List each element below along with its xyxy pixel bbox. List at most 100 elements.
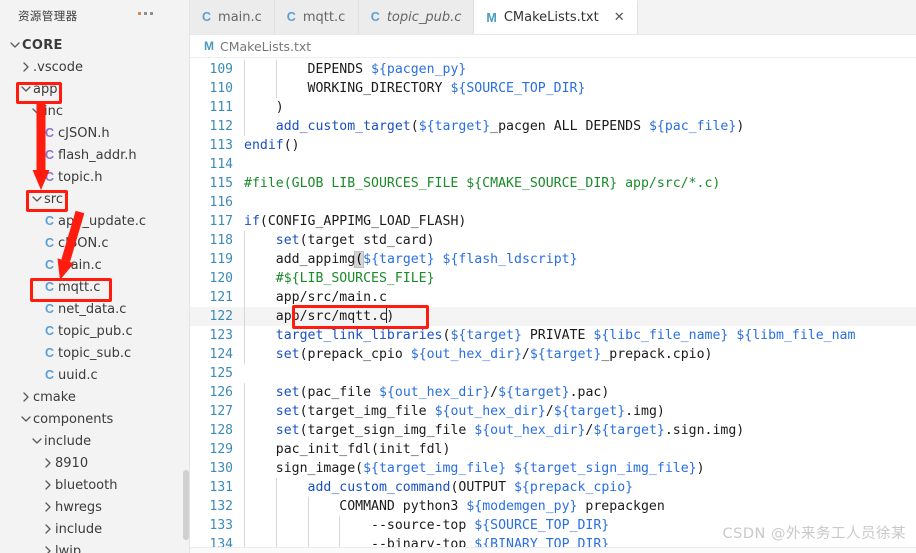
chevron-down-icon[interactable] (30, 193, 44, 205)
tree-item-mqtt-c[interactable]: Cmqtt.c (0, 276, 189, 298)
tree-item-include[interactable]: include (0, 430, 189, 452)
code-token: ( (410, 119, 419, 134)
code-token: (target_img_file (299, 404, 435, 419)
code-token: / (545, 404, 554, 419)
tab-label: mqtt.c (302, 9, 346, 25)
tree-item-topic-pub-c[interactable]: Ctopic_pub.c (0, 320, 189, 342)
code-line[interactable]: 116 (190, 193, 916, 212)
c-file-icon: C (44, 126, 55, 140)
close-icon[interactable]: ✕ (614, 11, 625, 24)
ellipsis-icon[interactable] (138, 12, 153, 15)
code-token: ${out_hex_dir} (434, 404, 546, 419)
tab-cmakelists-txt[interactable]: M CMakeLists.txt ✕ (474, 0, 638, 34)
c-file-icon: C (44, 368, 55, 382)
tree-item-flash-addr-h[interactable]: Cflash_addr.h (0, 144, 189, 166)
code-line[interactable]: 113 endif() (190, 136, 916, 155)
code-line[interactable]: 120 #${LIB_SOURCES_FILE} (190, 269, 916, 288)
tree-item-topic-sub-c[interactable]: Ctopic_sub.c (0, 342, 189, 364)
sidebar-scrollbar[interactable] (183, 470, 189, 540)
tree-item-uuid-c[interactable]: Cuuid.c (0, 364, 189, 386)
tree-item-topic-h[interactable]: Ctopic.h (0, 166, 189, 188)
tree-item-8910[interactable]: 8910 (0, 452, 189, 474)
tab-label: topic_pub.c (386, 9, 462, 25)
tree-item-label: net_data.c (58, 301, 127, 317)
chevron-right-icon[interactable] (41, 479, 55, 491)
code-line[interactable]: 110 WORKING_DIRECTORY ${SOURCE_TOP_DIR} (190, 79, 916, 98)
line-number: 120 (209, 271, 233, 286)
tree-item-src[interactable]: src (0, 188, 189, 210)
code-line-content: app/src/main.c (242, 288, 916, 307)
tree-item-hwregs[interactable]: hwregs (0, 496, 189, 518)
chevron-right-icon[interactable] (41, 457, 55, 469)
tree-item-cmake[interactable]: cmake (0, 386, 189, 408)
code-line[interactable]: 122 app/src/mqtt.c) (190, 307, 916, 326)
code-line[interactable]: 123 target_link_libraries(${target} PRIV… (190, 326, 916, 345)
code-line[interactable]: 124 set(prepack_cpio ${out_hex_dir}/${ta… (190, 345, 916, 364)
tree-item-cjson-h[interactable]: CcJSON.h (0, 122, 189, 144)
tree-item--vscode[interactable]: .vscode (0, 56, 189, 78)
code-line-content: add_custom_target(${target}_pacgen ALL D… (242, 117, 916, 136)
code-editor[interactable]: 109 DEPENDS ${pacgen_py} 110 WORKING_DIRE… (190, 58, 916, 553)
tree-item-core[interactable]: CORE (0, 34, 189, 56)
tab-label: CMakeLists.txt (503, 10, 599, 25)
code-line[interactable]: 126 set(pac_file ${out_hex_dir}/${target… (190, 383, 916, 402)
code-line[interactable]: 128 set(target_sign_img_file ${out_hex_d… (190, 421, 916, 440)
code-line[interactable]: 114 (190, 155, 916, 174)
indent-guide (244, 117, 245, 136)
tree-item-main-c[interactable]: Cmain.c (0, 254, 189, 276)
code-line[interactable]: 118 set(target std_card) (190, 231, 916, 250)
tree-item-components[interactable]: components (0, 408, 189, 430)
code-line[interactable]: 130 sign_image(${target_img_file} ${targ… (190, 459, 916, 478)
code-line[interactable]: 129 pac_init_fdl(init_fdl) (190, 440, 916, 459)
tree-item-label: cJSON.h (58, 125, 110, 141)
tree-item-label: cJSON.c (58, 235, 109, 251)
tab-mqtt-c[interactable]: Cmqtt.c (274, 0, 359, 34)
tree-item-net-data-c[interactable]: Cnet_data.c (0, 298, 189, 320)
line-number: 122 (209, 309, 233, 324)
tree-item-include[interactable]: include (0, 518, 189, 540)
tab-topic-pub-c[interactable]: Ctopic_pub.c (358, 0, 475, 34)
chevron-right-icon[interactable] (41, 523, 55, 535)
code-line[interactable]: 132 COMMAND python3 ${modemgen_py} prepa… (190, 497, 916, 516)
chevron-right-icon[interactable] (19, 391, 33, 403)
tree-item-app-update-c[interactable]: Capp_update.c (0, 210, 189, 232)
indent-guide (244, 79, 245, 98)
chevron-down-icon[interactable] (19, 83, 33, 95)
code-line[interactable]: 111 ) (190, 98, 916, 117)
code-token: ${out_hex_dir} (379, 385, 491, 400)
chevron-down-icon[interactable] (30, 105, 44, 117)
code-token: set (275, 385, 300, 400)
chevron-down-icon[interactable] (30, 435, 44, 447)
code-line[interactable]: 125 (190, 364, 916, 383)
tree-item-label: src (44, 191, 63, 207)
code-line[interactable]: 115 #file(GLOB LIB_SOURCES_FILE ${CMAKE_S… (190, 174, 916, 193)
code-line[interactable]: 109 DEPENDS ${pacgen_py} (190, 60, 916, 79)
chevron-right-icon[interactable] (41, 545, 55, 553)
tree-item-cjson-c[interactable]: CcJSON.c (0, 232, 189, 254)
code-line[interactable]: 121 app/src/main.c (190, 288, 916, 307)
code-line[interactable]: 127 set(target_img_file ${out_hex_dir}/$… (190, 402, 916, 421)
chevron-right-icon[interactable] (41, 501, 55, 513)
chevron-right-icon[interactable] (19, 61, 33, 73)
c-file-icon: C (44, 324, 55, 338)
line-number: 128 (209, 423, 233, 438)
chevron-down-icon[interactable] (8, 39, 22, 51)
tree-item-bluetooth[interactable]: bluetooth (0, 474, 189, 496)
code-line[interactable]: 112 add_custom_target(${target}_pacgen A… (190, 117, 916, 136)
line-number: 119 (209, 252, 233, 267)
tab-main-c[interactable]: Cmain.c (190, 0, 275, 34)
code-token: ${target} (363, 252, 435, 267)
code-line[interactable]: 131 add_custom_command(OUTPUT ${prepack_… (190, 478, 916, 497)
indent-guide (244, 497, 245, 516)
tree-item-lwip[interactable]: lwip (0, 540, 189, 553)
code-line[interactable]: 117 if(CONFIG_APPIMG_LOAD_FLASH) (190, 212, 916, 231)
tree-item-inc[interactable]: inc (0, 100, 189, 122)
code-line[interactable]: 119 add_appimg(${target} ${flash_ldscrip… (190, 250, 916, 269)
horizontal-scrollbar[interactable] (190, 547, 916, 553)
chevron-down-icon[interactable] (19, 413, 33, 425)
tree-item-app[interactable]: app (0, 78, 189, 100)
line-number: 133 (209, 518, 233, 533)
